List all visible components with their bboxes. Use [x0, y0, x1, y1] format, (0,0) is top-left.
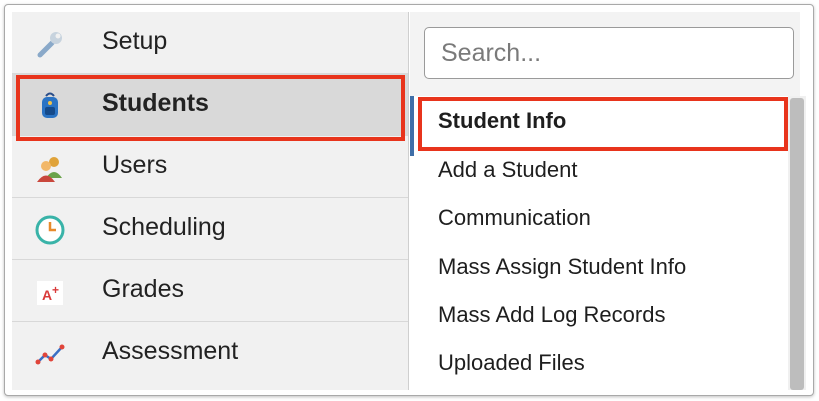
- svg-text:A: A: [42, 287, 52, 303]
- backpack-icon: [34, 90, 66, 122]
- main-nav-sidebar: Setup Students Users Scheduling A + Grad…: [12, 12, 409, 390]
- active-section-indicator: [410, 96, 414, 156]
- svg-text:+: +: [52, 283, 59, 297]
- submenu-item-mass-assign-student-info[interactable]: Mass Assign Student Info: [438, 254, 686, 280]
- submenu-item-student-info[interactable]: Student Info: [438, 108, 566, 134]
- grade-a-plus-icon: A +: [34, 276, 66, 308]
- nav-item-label: Students: [102, 89, 209, 117]
- search-input[interactable]: [424, 27, 794, 79]
- line-chart-icon: [34, 338, 66, 370]
- clock-icon: [34, 214, 66, 246]
- nav-item-label: Grades: [102, 275, 184, 303]
- nav-item-label: Users: [102, 151, 168, 179]
- search-area: [410, 12, 800, 96]
- submenu-item-add-a-student[interactable]: Add a Student: [438, 157, 577, 183]
- users-icon: [34, 152, 66, 184]
- submenu-item-uploaded-files[interactable]: Uploaded Files: [438, 350, 585, 376]
- submenu-scrollbar[interactable]: [788, 96, 806, 390]
- nav-item-label: Scheduling: [102, 213, 226, 241]
- nav-item-label: Setup: [102, 27, 168, 55]
- submenu-item-mass-add-log-records[interactable]: Mass Add Log Records: [438, 302, 665, 328]
- nav-item-scheduling[interactable]: Scheduling: [12, 198, 408, 260]
- nav-item-students[interactable]: Students: [12, 74, 408, 136]
- nav-item-users[interactable]: Users: [12, 136, 408, 198]
- submenu-item-communication[interactable]: Communication: [438, 205, 591, 231]
- nav-item-grades[interactable]: A + Grades: [12, 260, 408, 322]
- submenu-pane: Student Info Add a Student Communication…: [410, 12, 808, 390]
- nav-item-setup[interactable]: Setup: [12, 12, 408, 74]
- nav-item-assessment[interactable]: Assessment: [12, 322, 408, 384]
- nav-item-label: Assessment: [102, 337, 239, 365]
- scrollbar-thumb[interactable]: [790, 98, 804, 390]
- wrench-icon: [34, 28, 66, 60]
